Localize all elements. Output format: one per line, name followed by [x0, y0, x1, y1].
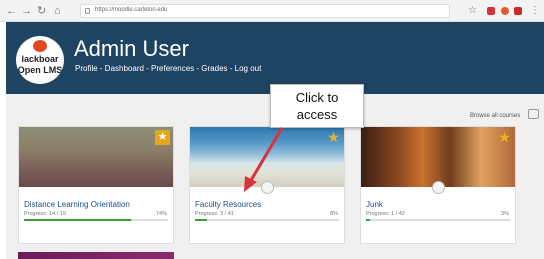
url-text: https://moodle.carleton.edu	[95, 7, 168, 13]
course-name[interactable]: Distance Learning Orientation	[24, 200, 130, 209]
logo-text-line2: Open LMS	[17, 65, 63, 75]
forward-icon[interactable]: →	[21, 3, 32, 19]
progress-fill	[195, 219, 207, 221]
course-image	[190, 127, 344, 187]
course-activity-icon	[261, 181, 274, 194]
address-bar[interactable]: https://moodle.carleton.edu	[80, 4, 450, 18]
course-card-distance-learning[interactable]: ★ Distance Learning Orientation Progress…	[18, 126, 174, 244]
menu-separator: -	[227, 64, 235, 73]
logo-mark-icon	[33, 40, 47, 52]
course-name[interactable]: Faculty Resources	[195, 200, 261, 209]
extension-icon[interactable]	[514, 7, 522, 15]
browse-all-courses-link[interactable]: Browse all courses	[470, 113, 520, 119]
extension-icon[interactable]	[501, 7, 509, 15]
course-card-faculty-resources[interactable]: ★ Faculty Resources Progress: 3 / 41 8%	[189, 126, 345, 244]
browser-toolbar: ← → ↻ ⌂ https://moodle.carleton.edu ☆ ⋮	[0, 0, 544, 22]
menu-kebab-icon[interactable]: ⋮	[530, 3, 540, 19]
course-progress-percent: 8%	[330, 211, 338, 217]
menu-log-out[interactable]: Log out	[235, 64, 262, 73]
course-progress-text: Progress: 14 / 19	[24, 211, 66, 217]
course-progress-bar	[24, 219, 168, 221]
course-progress-text: Progress: 1 / 42	[366, 211, 405, 217]
callout-line1: Click to	[295, 90, 339, 105]
reload-icon[interactable]: ↻	[37, 3, 46, 19]
course-catalog-icon[interactable]	[528, 109, 539, 119]
course-activity-icon	[432, 181, 445, 194]
favorite-star-icon[interactable]: ★	[155, 130, 170, 145]
course-progress-text: Progress: 3 / 41	[195, 211, 234, 217]
course-card-junk[interactable]: ★ Junk Progress: 1 / 42 3%	[360, 126, 516, 244]
course-image	[361, 127, 515, 187]
blackboard-open-lms-logo[interactable]: lackboar Open LMS	[16, 36, 64, 84]
progress-fill	[366, 219, 371, 221]
course-progress-bar	[195, 219, 339, 221]
menu-preferences[interactable]: Preferences	[151, 64, 194, 73]
logo-text-line1: lackboar	[21, 54, 59, 64]
user-name: Admin User	[74, 36, 189, 61]
home-icon[interactable]: ⌂	[54, 3, 61, 19]
course-card-partial[interactable]	[18, 252, 174, 259]
menu-separator: -	[97, 64, 105, 73]
favorite-star-icon[interactable]: ★	[326, 130, 341, 145]
back-icon[interactable]: ←	[6, 3, 17, 19]
course-image	[19, 127, 173, 187]
menu-grades[interactable]: Grades	[201, 64, 227, 73]
favorite-star-icon[interactable]: ★	[497, 130, 512, 145]
course-name[interactable]: Junk	[366, 200, 383, 209]
menu-profile[interactable]: Profile	[75, 64, 98, 73]
bookmark-star-icon[interactable]: ☆	[468, 3, 477, 19]
course-progress-percent: 74%	[155, 211, 167, 217]
lock-icon	[85, 8, 90, 14]
course-progress-bar	[366, 219, 510, 221]
course-progress-percent: 3%	[501, 211, 509, 217]
menu-dashboard[interactable]: Dashboard	[105, 64, 144, 73]
user-menu: Profile - Dashboard - Preferences - Grad…	[75, 64, 261, 73]
extension-icon[interactable]	[487, 7, 495, 15]
click-to-access-callout: Click to access	[270, 84, 364, 128]
callout-line2: access	[296, 107, 338, 122]
menu-separator: -	[143, 64, 152, 73]
progress-fill	[24, 219, 131, 221]
